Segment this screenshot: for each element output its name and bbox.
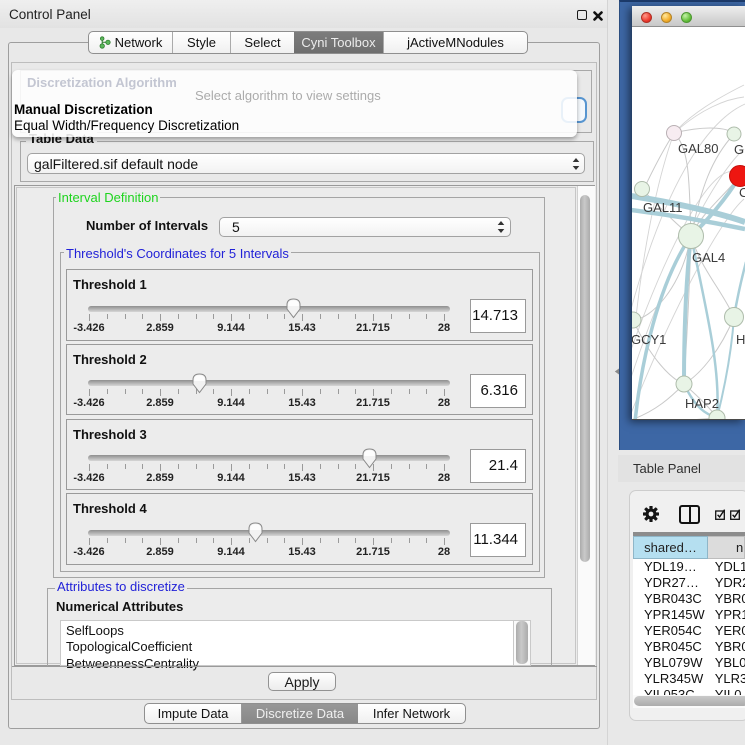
svg-text:G.: G. bbox=[734, 142, 745, 157]
svg-text:GAL4: GAL4 bbox=[692, 250, 725, 265]
svg-text:H: H bbox=[736, 332, 745, 347]
svg-text:HAP2: HAP2 bbox=[685, 396, 719, 411]
svg-text:GAL80: GAL80 bbox=[678, 141, 718, 156]
svg-text:GAL11: GAL11 bbox=[643, 200, 683, 215]
svg-text:GCY1: GCY1 bbox=[632, 332, 666, 347]
svg-text:C: C bbox=[739, 185, 745, 200]
